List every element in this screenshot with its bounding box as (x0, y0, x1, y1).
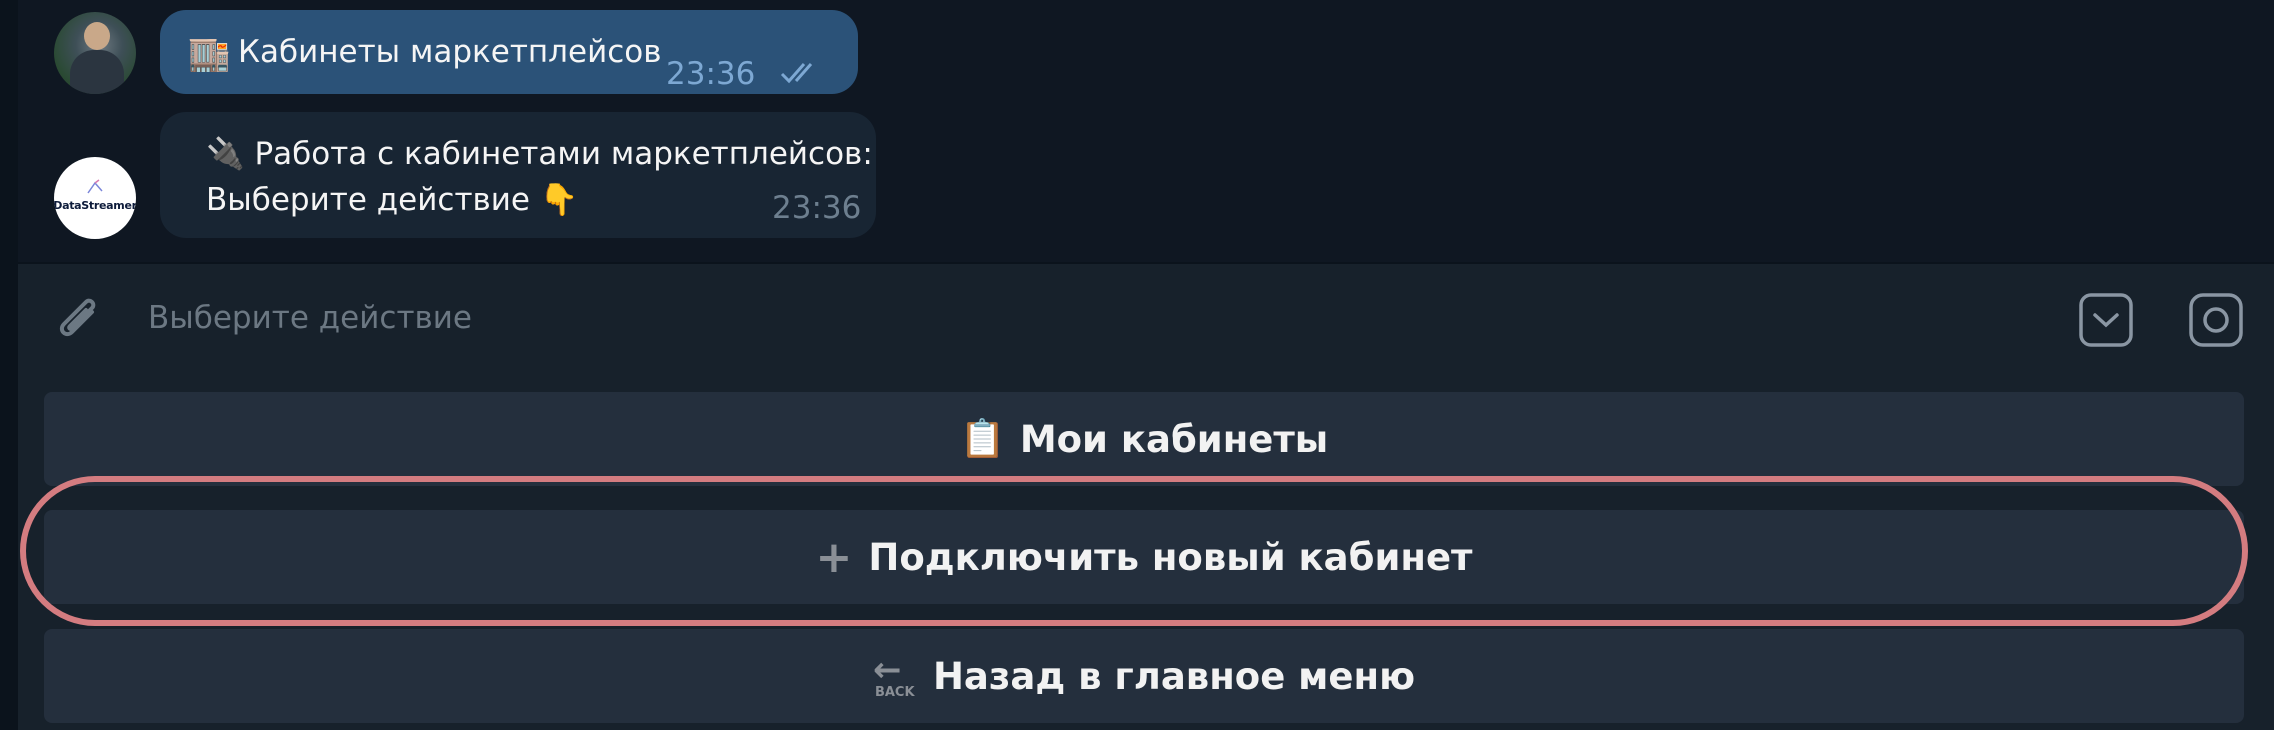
chat-history[interactable]: 🏬 Кабинеты маркетплейсов 23:36 DataStrea… (18, 0, 2274, 262)
button-label: Подключить новый кабинет (868, 535, 1473, 579)
double-check-icon (780, 63, 813, 84)
message-text-1: Работа с кабинетами маркетплейсов: (254, 136, 873, 172)
bot-avatar[interactable]: DataStreamer (54, 157, 136, 239)
message-line-1: 🔌 Работа с кабинетами маркетплейсов: (206, 132, 873, 176)
window-edge (0, 0, 18, 730)
button-label: Мои кабинеты (1019, 417, 1329, 461)
plug-emoji-icon: 🔌 (206, 136, 245, 172)
message-time: 23:36 (666, 56, 756, 92)
message-text-2: Выберите действие (206, 182, 530, 218)
camera-icon[interactable] (2188, 292, 2244, 348)
back-arrow-icon: ← BACK (872, 650, 915, 700)
my-cabinets-button[interactable]: 📋 Мои кабинеты (44, 392, 2244, 486)
divider (18, 262, 2274, 264)
message-input[interactable]: Выберите действие (148, 293, 1948, 343)
incoming-message[interactable]: 🔌 Работа с кабинетами маркетплейсов: Выб… (160, 112, 876, 238)
button-label: Назад в главное меню (932, 654, 1416, 698)
paperclip-icon[interactable] (52, 290, 104, 350)
plus-icon: + (815, 531, 853, 583)
back-to-main-menu-button[interactable]: ← BACK Назад в главное меню (44, 629, 2244, 723)
building-emoji-icon: 🏬 (188, 34, 231, 74)
user-avatar[interactable] (54, 12, 136, 94)
message-time: 23:36 (772, 190, 862, 226)
message-text: Кабинеты маркетплейсов (238, 34, 662, 70)
bot-logo-text: DataStreamer (54, 198, 136, 212)
outgoing-message[interactable]: 🏬 Кабинеты маркетплейсов 23:36 (160, 10, 858, 94)
bot-logo-icon (87, 179, 103, 194)
keyboard-toggle-icon[interactable] (2078, 292, 2134, 348)
clipboard-icon: 📋 (959, 417, 1006, 460)
message-line-2: Выберите действие 👇 (206, 178, 578, 222)
pointing-down-emoji-icon: 👇 (539, 182, 579, 218)
connect-new-cabinet-button[interactable]: + Подключить новый кабинет (44, 510, 2244, 604)
